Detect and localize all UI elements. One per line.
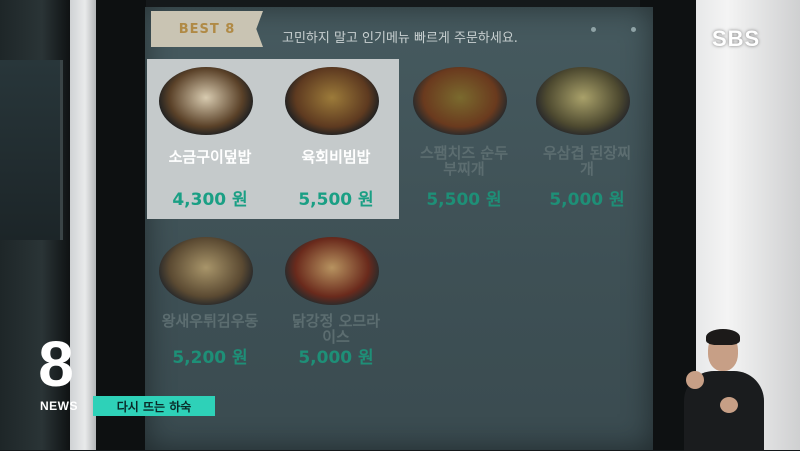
omurice-plate-icon [285,237,379,305]
menu-item-price: 5,200 원 [172,348,248,368]
indicator-dot [631,27,636,32]
menu-item-name: 우삼겹 된장찌 개 [524,145,650,177]
menu-item-price: 5,000 원 [298,348,374,368]
sbs-logo: SBS [712,26,761,51]
interpreter-hand [720,397,738,413]
udon-bowl-icon [159,237,253,305]
menu-item-name-text: 우삼겹 된장찌 개 [542,144,632,178]
menu-item-6[interactable]: 닭강정 오므라 이스 5,000 원 [273,229,399,389]
menu-item-5[interactable]: 왕새우튀김우동 5,200 원 [147,229,273,389]
menu-item-price: 5,500 원 [298,190,374,210]
sign-language-interpreter [678,325,770,451]
menu-item-price: 4,300 원 [172,190,248,210]
interpreter-hand [686,371,704,389]
best-tab[interactable]: BEST 8 [151,11,263,47]
bibimbap-bowl-icon [285,67,379,135]
stew-pot-icon [413,67,507,135]
menu-item-name: 육회비빔밥 [301,148,371,166]
rice-bowl-grilled-meat-icon [159,67,253,135]
menu-item-name-text: 스팸치즈 순두 부찌개 [419,144,509,178]
menu-item-price: 5,500 원 [426,190,502,210]
menu-item-name: 소금구이덮밥 [168,148,252,166]
soybean-stew-pot-icon [536,67,630,135]
best-tab-label: BEST 8 [178,21,236,37]
header-text: 고민하지 말고 인기메뉴 빠르게 주문하세요. [282,31,518,46]
program-number-logo: 8 [38,328,74,400]
indicator-dot [591,27,596,32]
kiosk-screen: BEST 8 고민하지 말고 인기메뉴 빠르게 주문하세요. 소금구이덮밥 4,… [145,7,653,450]
program-name-logo: NEWS [40,399,78,413]
menu-item-name: 스팸치즈 순두 부찌개 [401,145,527,177]
menu-item-4[interactable]: 우삼겹 된장찌 개 5,000 원 [524,59,650,219]
background-shelf [0,60,63,240]
menu-item-3[interactable]: 스팸치즈 순두 부찌개 5,500 원 [401,59,527,219]
menu-item-2[interactable]: 육회비빔밥 5,500 원 [273,59,399,219]
menu-item-name: 왕새우튀김우동 [161,312,259,330]
news-caption: 다시 뜨는 하숙 [93,396,215,416]
menu-item-name: 닭강정 오므라 이스 [273,313,399,345]
kiosk-bezel-inner [96,0,146,450]
menu-item-price: 5,000 원 [549,190,625,210]
menu-item-name-text: 닭강정 오므라 이스 [291,312,381,346]
menu-item-1[interactable]: 소금구이덮밥 4,300 원 [147,59,273,219]
interpreter-hair [706,329,740,345]
